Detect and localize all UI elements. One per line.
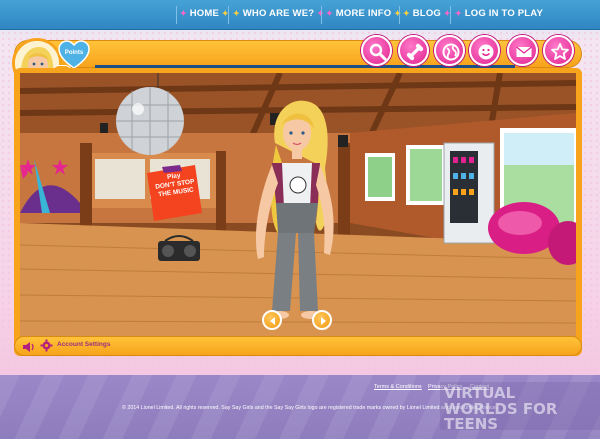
pet-bone-button[interactable] bbox=[398, 35, 429, 66]
previous-outfit-button[interactable] bbox=[262, 310, 282, 330]
nav-who-label: WHO ARE WE? bbox=[242, 8, 315, 19]
gear-icon bbox=[40, 339, 53, 352]
globe-icon bbox=[442, 43, 460, 61]
next-outfit-button[interactable] bbox=[312, 310, 332, 330]
favorites-button[interactable] bbox=[543, 35, 574, 66]
world-map-button[interactable] bbox=[434, 35, 465, 66]
speaker-icon bbox=[23, 342, 34, 352]
nav-more-info[interactable]: ✦ MORE INFO ✦ bbox=[326, 8, 401, 22]
account-settings-link[interactable]: Account Settings bbox=[57, 341, 110, 348]
envelope-icon bbox=[516, 46, 532, 57]
nav-who-are-we[interactable]: ✦ WHO ARE WE? ✦ bbox=[233, 8, 324, 22]
star-icon: ✦ bbox=[403, 9, 410, 18]
bone-icon bbox=[406, 43, 424, 61]
nav-separator bbox=[399, 6, 400, 24]
nav-separator bbox=[176, 6, 177, 24]
points-label: Points bbox=[64, 50, 84, 56]
watermark-icon: VIRTUAL WORLDS FOR TEENS bbox=[440, 382, 600, 433]
nav-home[interactable]: ✦ HOME ✦ bbox=[180, 8, 229, 22]
nav-more-info-label: MORE INFO bbox=[335, 8, 392, 19]
nav-login[interactable]: ✦ LOG IN TO PLAY bbox=[455, 8, 543, 22]
friends-button[interactable] bbox=[469, 35, 500, 66]
star-icon: ✦ bbox=[455, 9, 462, 18]
sound-toggle[interactable] bbox=[22, 340, 36, 352]
star-icon: ✦ bbox=[326, 9, 333, 18]
messages-button[interactable] bbox=[507, 35, 538, 66]
game-stage[interactable]: Play DON'T STOP THE MUSIC bbox=[20, 73, 576, 345]
star-icon: ✦ bbox=[233, 9, 240, 18]
nav-separator bbox=[321, 6, 322, 24]
loft-room-scene bbox=[20, 73, 576, 345]
star-icon: ✦ bbox=[394, 9, 402, 18]
nav-home-label: HOME bbox=[189, 8, 220, 19]
nav-blog-label: BLOG bbox=[412, 8, 441, 19]
arrow-left-icon bbox=[270, 317, 275, 325]
top-nav: ✦ HOME ✦ ✦ WHO ARE WE? ✦ ✦ MORE INFO ✦ ✦… bbox=[0, 0, 600, 30]
nav-blog[interactable]: ✦ BLOG ✦ bbox=[403, 8, 451, 22]
star-icon: ✦ bbox=[180, 9, 187, 18]
nav-login-label: LOG IN TO PLAY bbox=[464, 8, 544, 19]
watermark-logo: VIRTUAL WORLDS FOR TEENS VIRTUAL WORLDS … bbox=[440, 376, 600, 433]
search-button[interactable] bbox=[361, 35, 392, 66]
nav-separator bbox=[450, 6, 451, 24]
smiley-icon bbox=[478, 44, 494, 60]
terms-link[interactable]: Terms & Conditions bbox=[374, 384, 422, 390]
settings-gear-button[interactable] bbox=[40, 339, 53, 352]
arrow-right-icon bbox=[321, 317, 326, 325]
star-icon bbox=[551, 43, 569, 60]
search-icon bbox=[369, 43, 387, 61]
svg-text:TEENS: TEENS bbox=[444, 415, 498, 432]
nav-separator bbox=[228, 6, 229, 24]
